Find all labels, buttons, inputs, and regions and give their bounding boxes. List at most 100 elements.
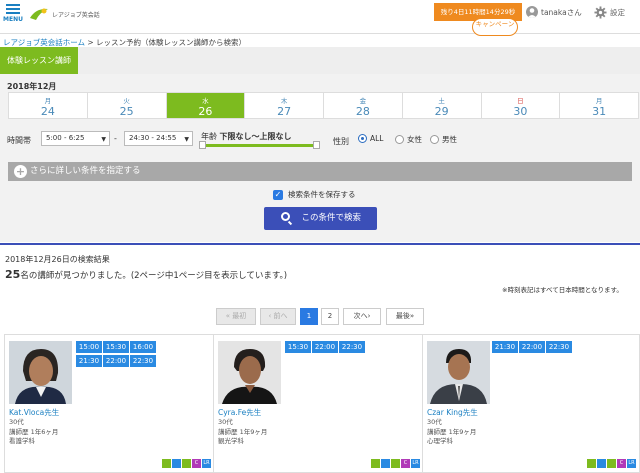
tutor-card: 21:30 22:00 22:30 Czar King先生 30代 講師歴 1年9ヶ…	[422, 334, 640, 473]
time-slot-button[interactable]: 15:30	[103, 341, 129, 353]
day-number: 29	[434, 105, 449, 118]
date-cell[interactable]: 木 27	[245, 93, 324, 118]
date-cell[interactable]: 火 25	[88, 93, 167, 118]
section-divider	[0, 243, 640, 245]
pagination-next[interactable]: 次へ›	[343, 308, 381, 325]
tutor-experience: 講師歴 1年9ヶ月	[218, 427, 268, 436]
lr-icon: LR	[627, 459, 636, 468]
tutor-photo[interactable]	[9, 341, 72, 404]
time-slot-button[interactable]: 15:00	[76, 341, 102, 353]
time-slot-button[interactable]: 21:30	[76, 355, 102, 367]
sex-radio-all[interactable]: ALL	[358, 134, 384, 143]
user-name: tanakaさん	[541, 7, 582, 17]
tutor-major: 観光学科	[218, 437, 244, 445]
more-conditions-toggle[interactable]: + さらに詳しい条件を指定する	[8, 162, 632, 181]
time-to-select[interactable]: 24:30 - 24:55 ▼	[124, 131, 193, 146]
tutor-badges: C LR	[161, 459, 211, 468]
date-cell[interactable]: 金 28	[324, 93, 403, 118]
user-menu[interactable]: tanakaさん	[526, 6, 582, 18]
day-of-week: 金	[359, 97, 367, 105]
date-cell[interactable]: 月 31	[560, 93, 638, 118]
breadcrumb-home-link[interactable]: レアジョブ英会話ホーム	[3, 38, 85, 47]
logo-text: レアジョブ英会話	[52, 11, 100, 19]
chevron-down-icon: ▼	[101, 136, 106, 143]
pagination-prev[interactable]: ‹ 前へ	[260, 308, 296, 325]
day-number: 28	[355, 105, 370, 118]
day-number: 25	[119, 105, 134, 118]
time-slot-button[interactable]: 16:00	[130, 341, 156, 353]
search-button-label: この条件で検索	[301, 213, 361, 223]
time-slot-button[interactable]: 22:00	[312, 341, 338, 353]
pagination-page-1[interactable]: 1	[300, 308, 318, 325]
available-slots: 21:30 22:00 22:30	[492, 341, 612, 355]
results-date: 2018年12月26日の検索結果	[5, 255, 110, 264]
day-of-week: 土	[438, 97, 445, 105]
tutor-photo[interactable]	[218, 341, 281, 404]
menu-label: MENU	[3, 16, 23, 23]
pagination-last[interactable]: 最後»	[386, 308, 424, 325]
day-number: 24	[40, 105, 55, 118]
avatar-icon	[526, 6, 538, 18]
tutor-card: 15:30 22:00 22:30 Cyra.Fe先生 30代 講師歴 1年9ヶ月 …	[213, 334, 424, 473]
radio-icon	[395, 135, 404, 144]
age-min-handle[interactable]	[199, 141, 206, 149]
pagination-page-2[interactable]: 2	[321, 308, 339, 325]
save-conditions-checkbox[interactable]: ✓ 検索条件を保存する	[273, 189, 356, 200]
c-icon: C	[617, 459, 626, 468]
sex-radio-female[interactable]: 女性	[395, 134, 422, 145]
age-filter-label: 年齢 下限なし～上限なし	[201, 131, 292, 142]
tab-bar	[0, 47, 640, 74]
menu-button[interactable]: MENU	[3, 2, 23, 23]
tutor-name-link[interactable]: Czar King先生	[427, 407, 478, 418]
tutor-name-link[interactable]: Cyra.Fe先生	[218, 407, 261, 418]
settings-button[interactable]: 設定	[594, 6, 625, 19]
lr-icon: LR	[411, 459, 420, 468]
tutor-badges: C LR	[586, 459, 636, 468]
time-slot-button[interactable]: 22:00	[519, 341, 545, 353]
date-cell[interactable]: 日 30	[482, 93, 561, 118]
site-logo[interactable]: レアジョブ英会話	[28, 5, 100, 23]
date-cell[interactable]: 月 24	[9, 93, 88, 118]
chat-icon	[391, 459, 400, 468]
time-from-select[interactable]: 5:00 - 6:25 ▼	[41, 131, 110, 146]
day-of-week: 水	[202, 97, 209, 105]
tutor-experience: 講師歴 1年9ヶ月	[427, 427, 477, 436]
pagination-first[interactable]: « 最初	[216, 308, 256, 325]
card-icon	[597, 459, 606, 468]
time-slot-button[interactable]: 22:30	[546, 341, 572, 353]
tutor-major: 看護学科	[9, 437, 35, 445]
age-range-slider[interactable]	[201, 144, 319, 147]
age-value: 下限なし～上限なし	[219, 132, 292, 141]
time-slot-button[interactable]: 21:30	[492, 341, 518, 353]
chat-icon	[607, 459, 616, 468]
settings-label: 設定	[610, 8, 625, 17]
chat-icon	[182, 459, 191, 468]
breadcrumb-current: レッスン予約（体験レッスン講師から検索）	[96, 38, 247, 47]
day-of-week: 日	[517, 97, 524, 105]
results-count-number: 25	[5, 268, 21, 281]
timezone-note: ※時刻表記はすべて日本時間となります。	[502, 286, 623, 294]
age-max-handle[interactable]	[313, 141, 320, 149]
time-slot-button[interactable]: 22:30	[130, 355, 156, 367]
available-slots: 15:00 15:30 16:00 21:30 22:00 22:30	[76, 341, 196, 369]
tutor-age: 30代	[427, 418, 442, 426]
date-cell-selected[interactable]: 水 26	[166, 93, 246, 118]
tutor-photo[interactable]	[427, 341, 490, 404]
sex-radio-male[interactable]: 男性	[430, 134, 457, 145]
time-slot-button[interactable]: 22:30	[339, 341, 365, 353]
day-of-week: 木	[280, 97, 288, 105]
time-slot-button[interactable]: 22:00	[103, 355, 129, 367]
time-slot-button[interactable]: 15:30	[285, 341, 311, 353]
search-button[interactable]: この条件で検索	[264, 207, 377, 230]
top-header: MENU レアジョブ英会話 残り4日11時間14分29秒 キャンペーン tana…	[0, 0, 640, 36]
time-range-label: 時間帯	[7, 136, 31, 145]
radio-icon	[358, 134, 367, 143]
date-cell[interactable]: 土 29	[403, 93, 482, 118]
card-icon	[172, 459, 181, 468]
campaign-button[interactable]: キャンペーン	[472, 18, 518, 36]
tab-trial-tutors[interactable]: 体験レッスン講師	[0, 47, 78, 74]
beginner-icon	[371, 459, 380, 468]
date-selector: 月 24 火 25 水 26 木 27 金 28 土 29 日 30 月 31	[8, 92, 639, 119]
tutor-name-link[interactable]: Kat.Vloca先生	[9, 407, 59, 418]
search-icon	[281, 212, 290, 221]
